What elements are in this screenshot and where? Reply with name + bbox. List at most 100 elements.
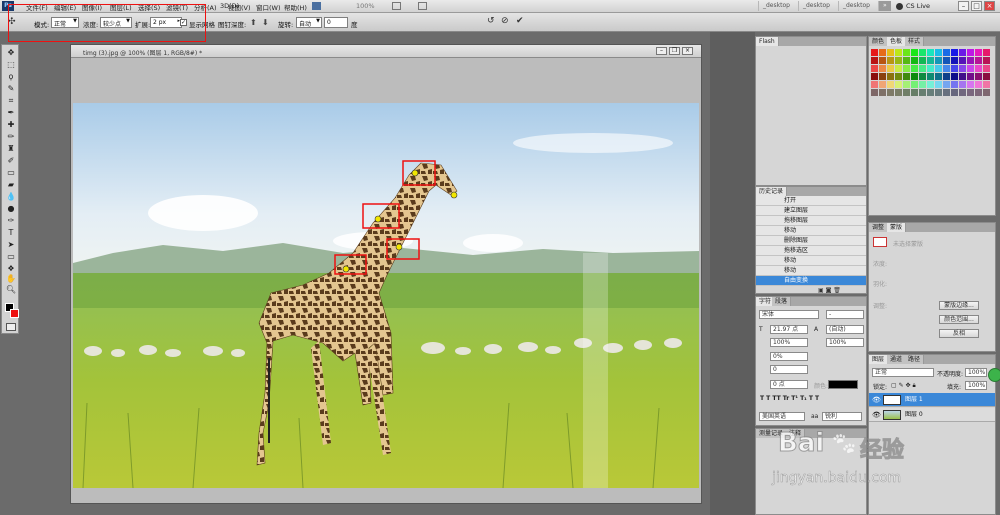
baseline-input[interactable]: 0 点	[770, 380, 808, 389]
dodge-tool-icon[interactable]: ●	[5, 204, 17, 214]
color-swatch[interactable]	[911, 81, 918, 88]
menu-help[interactable]: 帮助(H)	[284, 2, 307, 12]
color-swatch[interactable]	[903, 65, 910, 72]
kerning-input[interactable]: 0	[770, 365, 808, 374]
workspace-more-button[interactable]: »	[878, 1, 891, 11]
blend-mode-select[interactable]: 正常	[872, 368, 934, 377]
text-color-swatch[interactable]	[828, 380, 858, 389]
opacity-input[interactable]: 100%	[965, 368, 987, 377]
color-swatch[interactable]	[975, 89, 982, 96]
color-swatch[interactable]	[983, 65, 990, 72]
workspace-1[interactable]: _desktop	[758, 1, 794, 11]
cs-live-button[interactable]: CS Live	[906, 2, 930, 10]
color-swatch[interactable]	[887, 65, 894, 72]
swatch-grid[interactable]	[871, 49, 995, 99]
tab-color[interactable]: 颜色	[869, 37, 889, 46]
mesh-pin[interactable]	[450, 191, 458, 199]
color-swatch[interactable]	[895, 73, 902, 80]
zoom-level[interactable]: 100%	[356, 2, 375, 10]
color-swatch[interactable]	[911, 57, 918, 64]
tab-adjustments[interactable]: 调整	[869, 223, 889, 232]
history-item-current[interactable]: 自由变换	[756, 276, 866, 286]
color-swatch[interactable]	[959, 49, 966, 56]
color-swatch[interactable]	[927, 89, 934, 96]
color-swatch[interactable]	[951, 81, 958, 88]
color-swatch[interactable]	[871, 65, 878, 72]
color-swatch[interactable]	[887, 57, 894, 64]
rotate-select[interactable]: 自动 ▼	[296, 17, 322, 28]
color-swatch[interactable]	[879, 49, 886, 56]
color-swatch[interactable]	[871, 89, 878, 96]
mesh-pin[interactable]	[411, 169, 419, 177]
font-family-select[interactable]: 宋体	[759, 310, 819, 319]
history-item[interactable]: 删除图层	[756, 236, 866, 246]
color-swatch[interactable]	[919, 65, 926, 72]
color-swatch[interactable]	[975, 49, 982, 56]
background-color-swatch[interactable]	[10, 309, 19, 318]
color-swatch[interactable]	[935, 49, 942, 56]
color-swatch[interactable]	[895, 65, 902, 72]
color-swatch[interactable]	[919, 81, 926, 88]
color-swatch[interactable]	[967, 73, 974, 80]
lasso-tool-icon[interactable]: ϙ	[5, 72, 17, 82]
history-item[interactable]: 拖移选区	[756, 246, 866, 256]
color-swatch[interactable]	[983, 81, 990, 88]
color-swatch[interactable]	[975, 65, 982, 72]
mesh-pin[interactable]	[342, 265, 350, 273]
text-style-buttons[interactable]: T T TT Tr T¹ T₁ T T	[760, 395, 819, 402]
color-swatch[interactable]	[887, 89, 894, 96]
color-swatch[interactable]	[951, 57, 958, 64]
color-swatch[interactable]	[943, 65, 950, 72]
color-swatch[interactable]	[967, 49, 974, 56]
color-swatch[interactable]	[927, 57, 934, 64]
3d-tool-icon[interactable]: ❖	[5, 264, 17, 274]
color-swatch[interactable]	[951, 65, 958, 72]
brush-tool-icon[interactable]: ✏	[5, 132, 17, 142]
color-swatch[interactable]	[959, 57, 966, 64]
color-swatch[interactable]	[903, 49, 910, 56]
color-swatch[interactable]	[935, 81, 942, 88]
color-swatch[interactable]	[951, 73, 958, 80]
color-swatch[interactable]	[887, 73, 894, 80]
color-swatch[interactable]	[871, 57, 878, 64]
crop-tool-icon[interactable]: ⌗	[5, 96, 17, 106]
color-swatch[interactable]	[975, 73, 982, 80]
color-swatch[interactable]	[871, 73, 878, 80]
commit-icon[interactable]: ✔	[516, 16, 524, 26]
color-swatch[interactable]	[895, 81, 902, 88]
color-swatch[interactable]	[895, 89, 902, 96]
mesh-pin[interactable]	[395, 243, 403, 251]
tab-flash[interactable]: Flash	[756, 37, 779, 46]
color-swatch[interactable]	[943, 73, 950, 80]
marquee-tool-icon[interactable]: ⬚	[5, 60, 17, 70]
quick-mask-icon[interactable]	[6, 323, 16, 331]
color-swatch[interactable]	[887, 49, 894, 56]
tab-styles[interactable]: 样式	[905, 37, 925, 46]
color-swatch[interactable]	[919, 49, 926, 56]
shape-tool-icon[interactable]: ▭	[5, 252, 17, 262]
history-item[interactable]: 移动	[756, 266, 866, 276]
history-icons[interactable]: ▣ ◙ 🗑︎	[818, 287, 841, 293]
move-tool-icon[interactable]: ✥	[5, 48, 17, 58]
eye-icon[interactable]: 👁︎	[872, 408, 881, 422]
healing-tool-icon[interactable]: ✚	[5, 120, 17, 130]
color-swatch[interactable]	[935, 73, 942, 80]
color-swatch[interactable]	[903, 89, 910, 96]
minimize-button[interactable]: –	[958, 1, 969, 11]
tab-channels[interactable]: 通道	[887, 355, 907, 364]
color-swatch[interactable]	[903, 81, 910, 88]
color-swatch[interactable]	[895, 49, 902, 56]
color-swatch[interactable]	[887, 81, 894, 88]
mesh-pin[interactable]	[374, 215, 382, 223]
gradient-tool-icon[interactable]: ▰	[5, 180, 17, 190]
font-style-select[interactable]: -	[826, 310, 864, 319]
layer-row-1[interactable]: 👁︎ 图层 1	[869, 393, 995, 407]
color-swatch[interactable]	[927, 65, 934, 72]
doc-minimize-button[interactable]: –	[656, 47, 667, 55]
color-swatch[interactable]	[951, 89, 958, 96]
screen-mode-icon[interactable]	[418, 2, 427, 10]
color-swatch[interactable]	[895, 57, 902, 64]
hand-tool-icon[interactable]: ✋	[5, 274, 17, 284]
reset-icon[interactable]: ↺	[487, 16, 495, 26]
color-swatch[interactable]	[919, 57, 926, 64]
